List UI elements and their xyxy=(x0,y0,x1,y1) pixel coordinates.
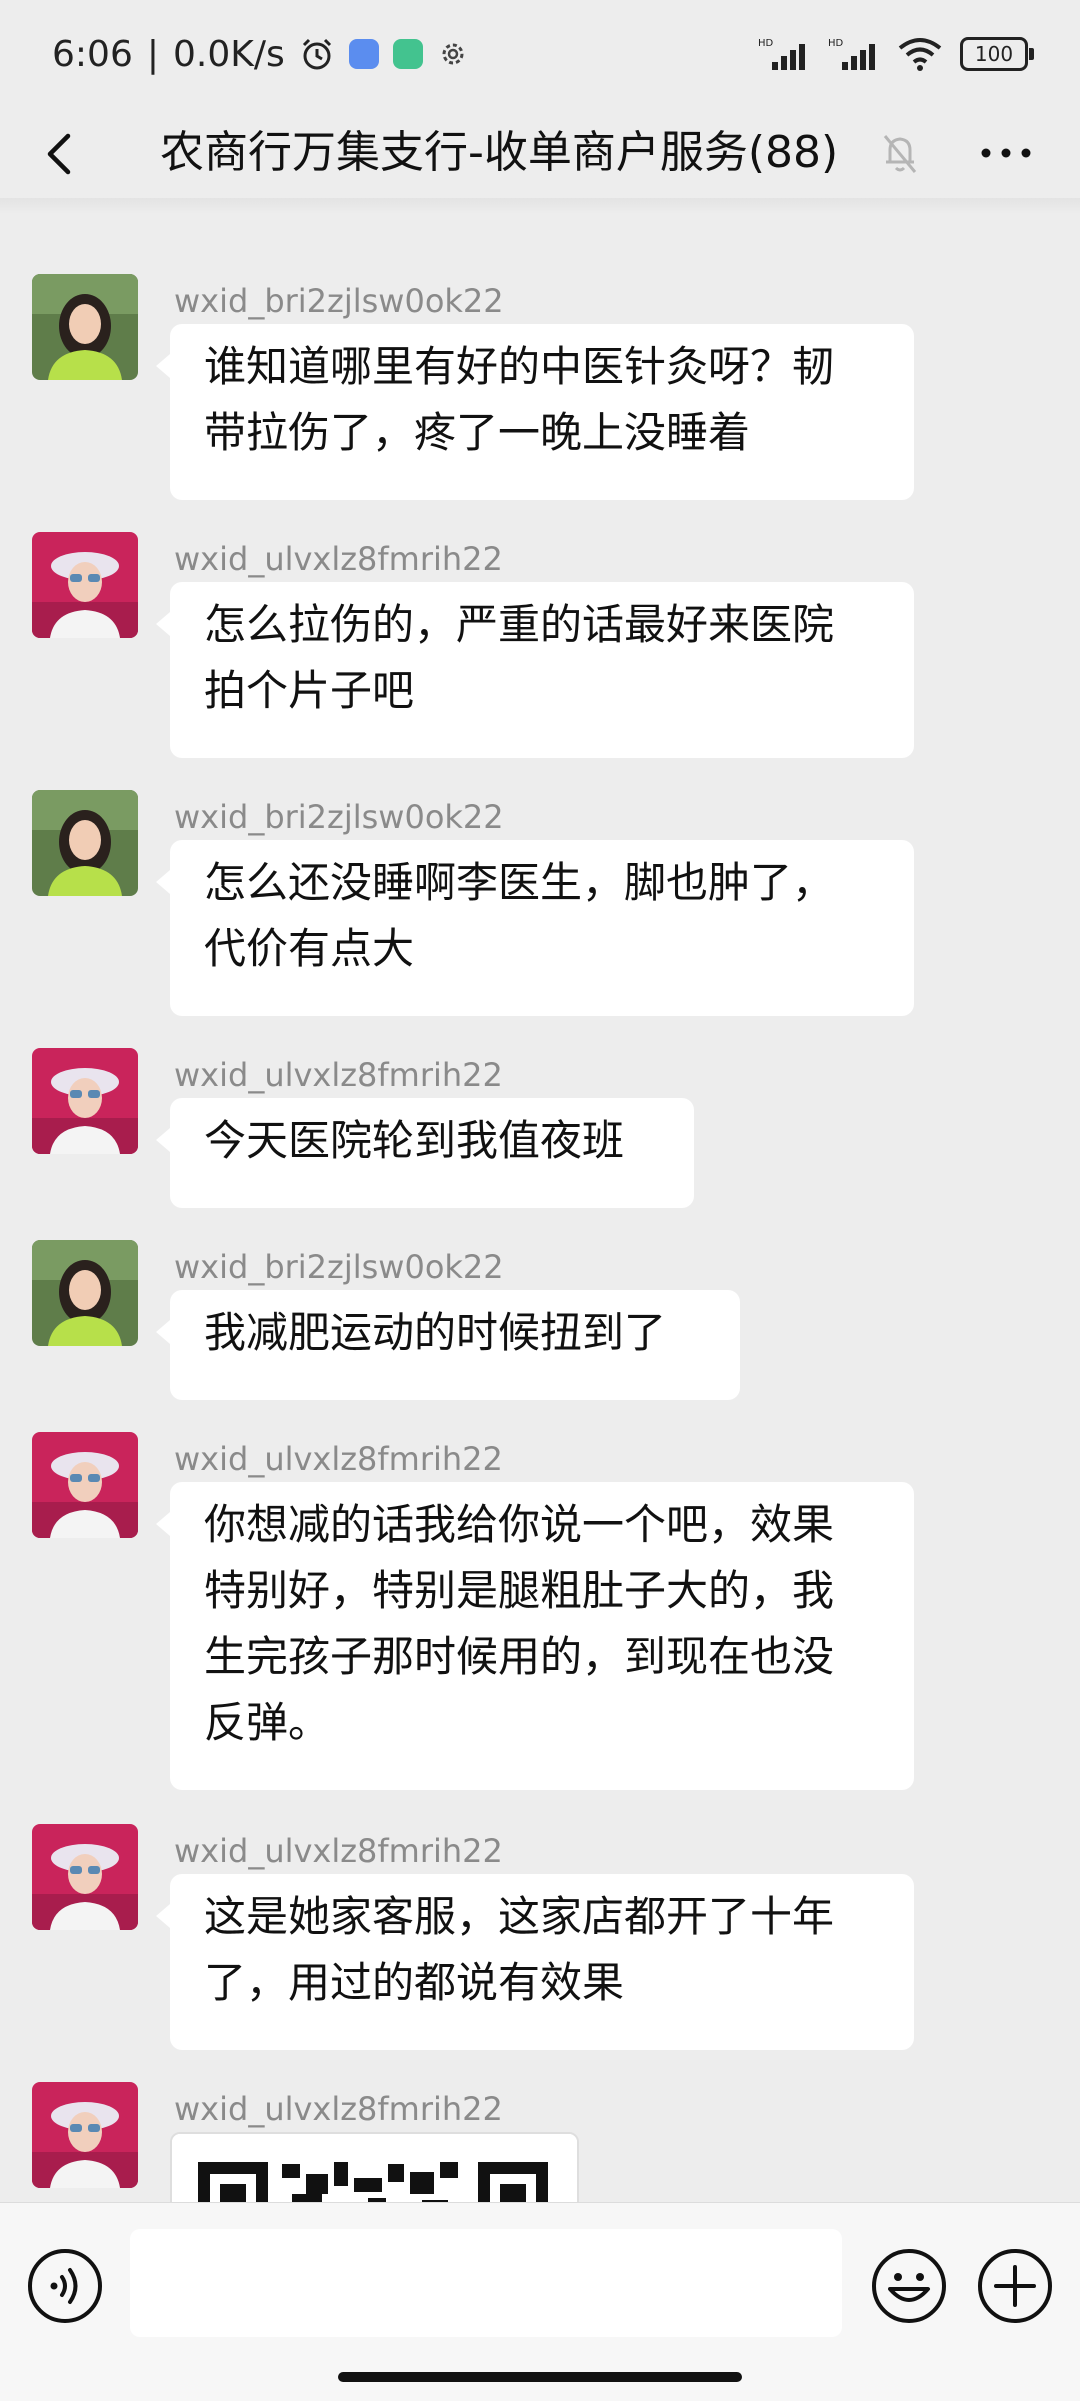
message-line: 了，用过的都说有效果 xyxy=(204,1958,625,2007)
header-divider xyxy=(0,198,1080,214)
signal-icon: HD xyxy=(758,38,805,70)
message-line: 生完孩子那时候用的，到现在也没 xyxy=(204,1632,835,1681)
message-sender: wxid_ulvxlz8fmrih22 xyxy=(174,1440,503,1478)
message-bubble[interactable]: 你想减的话我给你说一个吧，效果 特别好，特别是腿粗肚子大的，我 生完孩子那时候用… xyxy=(156,1482,914,1790)
emoji-icon[interactable] xyxy=(870,2247,948,2325)
message-bubble[interactable]: 我减肥运动的时候扭到了 xyxy=(156,1290,740,1400)
home-indicator[interactable] xyxy=(338,2372,742,2382)
chat-title: 农商行万集支行-收单商户服务(88) xyxy=(160,127,839,178)
message-bubble[interactable]: 怎么还没睡啊李医生，脚也肿了， 代价有点大 xyxy=(156,840,914,1016)
avatar[interactable] xyxy=(32,790,138,896)
back-arrow-icon[interactable] xyxy=(30,124,90,184)
status-time: 6:06 xyxy=(52,33,133,75)
message-line: 代价有点大 xyxy=(204,924,415,973)
message-line: 怎么还没睡啊李医生，脚也肿了， xyxy=(204,858,835,907)
status-separator: | xyxy=(146,33,159,75)
status-bar-left: 6:06 | 0.0K/s xyxy=(52,28,469,80)
message-line: 特别好，特别是腿粗肚子大的，我 xyxy=(204,1566,835,1615)
avatar[interactable] xyxy=(32,2082,138,2188)
message-sender: wxid_bri2zjlsw0ok22 xyxy=(174,1248,504,1286)
message-line: 今天医院轮到我值夜班 xyxy=(204,1116,625,1165)
app-notification-icon xyxy=(348,39,379,69)
message-bubble[interactable]: 谁知道哪里有好的中医针灸呀？韧 带拉伤了，疼了一晚上没睡着 xyxy=(156,324,914,500)
message-line: 谁知道哪里有好的中医针灸呀？韧 xyxy=(204,342,835,391)
message-sender: wxid_ulvxlz8fmrih22 xyxy=(174,1832,503,1870)
message-input[interactable] xyxy=(130,2229,842,2337)
status-bar: 6:06 | 0.0K/s HD HD 100 xyxy=(0,0,1080,108)
message-line: 我减肥运动的时候扭到了 xyxy=(204,1308,667,1357)
message-sender: wxid_bri2zjlsw0ok22 xyxy=(174,282,504,320)
message-sender: wxid_ulvxlz8fmrih22 xyxy=(174,1056,503,1094)
chat-header: 农商行万集支行-收单商户服务(88) xyxy=(0,108,1080,198)
message-line: 带拉伤了，疼了一晚上没睡着 xyxy=(204,408,751,457)
alarm-icon xyxy=(302,38,331,70)
more-icon[interactable] xyxy=(976,128,1036,178)
avatar[interactable] xyxy=(32,1240,138,1346)
message-sender: wxid_ulvxlz8fmrih22 xyxy=(174,2090,503,2128)
signal-icon: HD xyxy=(828,38,875,70)
avatar[interactable] xyxy=(32,1824,138,1930)
mute-bell-icon xyxy=(883,135,917,173)
settings-icon xyxy=(442,43,464,65)
message-line: 你想减的话我给你说一个吧，效果 xyxy=(204,1500,835,1549)
add-icon[interactable] xyxy=(976,2247,1054,2325)
network-speed: 0.0K/s xyxy=(172,33,285,75)
message-line: 这是她家客服，这家店都开了十年 xyxy=(204,1892,835,1941)
message-line: 反弹。 xyxy=(204,1698,331,1747)
status-bar-right: HD HD 100 xyxy=(758,34,1034,74)
avatar[interactable] xyxy=(32,1432,138,1538)
message-line: 拍个片子吧 xyxy=(204,666,415,715)
message-line: 怎么拉伤的，严重的话最好来医院 xyxy=(204,600,835,649)
message-sender: wxid_ulvxlz8fmrih22 xyxy=(174,540,503,578)
battery-indicator: 100 xyxy=(960,37,1034,71)
signal-badge: HD xyxy=(758,38,774,49)
qr-code-image[interactable] xyxy=(170,2132,579,2202)
signal-badge: HD xyxy=(828,38,844,49)
chat-messages[interactable]: wxid_bri2zjlsw0ok22 谁知道哪里有好的中医针灸呀？韧 带拉伤了… xyxy=(0,214,1080,2202)
avatar[interactable] xyxy=(32,1048,138,1154)
message-bubble[interactable]: 这是她家客服，这家店都开了十年 了，用过的都说有效果 xyxy=(156,1874,914,2050)
avatar[interactable] xyxy=(32,532,138,638)
app-notification-icon xyxy=(392,39,423,69)
wifi-icon xyxy=(898,38,942,71)
message-sender: wxid_bri2zjlsw0ok22 xyxy=(174,798,504,836)
message-bubble[interactable]: 怎么拉伤的，严重的话最好来医院 拍个片子吧 xyxy=(156,582,914,758)
voice-icon[interactable] xyxy=(26,2247,104,2325)
avatar[interactable] xyxy=(32,274,138,380)
message-bubble[interactable]: 今天医院轮到我值夜班 xyxy=(156,1098,694,1208)
